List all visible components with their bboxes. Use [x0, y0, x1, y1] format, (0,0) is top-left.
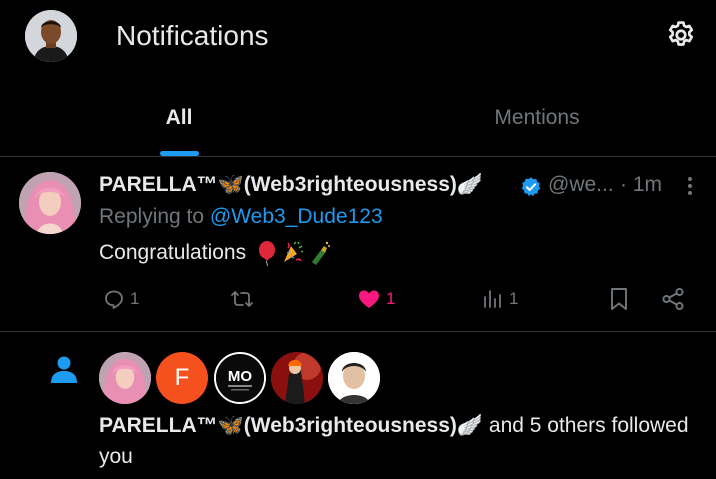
- follower-avatar[interactable]: [99, 352, 151, 404]
- more-options-button[interactable]: [677, 171, 703, 201]
- bookmark-button[interactable]: [608, 284, 630, 314]
- author-avatar[interactable]: [19, 172, 81, 234]
- tab-mentions[interactable]: Mentions: [358, 84, 716, 156]
- profile-avatar[interactable]: [25, 10, 77, 62]
- avatar-logo-text: MO: [228, 368, 252, 385]
- follow-notification[interactable]: F MO PARELLA™🦋(Web3righteousness)🪽 and 5…: [0, 332, 716, 479]
- reply-button[interactable]: 1: [102, 284, 139, 314]
- replying-to: Replying to @Web3_Dude123: [99, 205, 383, 229]
- share-button[interactable]: [660, 284, 686, 314]
- reply-icon: [105, 290, 123, 309]
- reply-count: 1: [130, 289, 140, 308]
- heart-icon: [359, 290, 379, 308]
- post-actions: 1 1 1: [0, 284, 716, 316]
- repost-button[interactable]: [229, 284, 259, 314]
- post-time[interactable]: · 1m: [620, 173, 662, 197]
- share-icon: [662, 287, 684, 311]
- person-icon: [51, 356, 77, 383]
- views-count: 1: [509, 289, 519, 308]
- gear-icon: [668, 21, 694, 46]
- follower-name[interactable]: PARELLA™🦋(Web3righteousness)🪽: [99, 414, 483, 437]
- views-button[interactable]: 1: [481, 284, 518, 314]
- follow-notification-text: PARELLA™🦋(Web3righteousness)🪽 and 5 othe…: [99, 410, 699, 472]
- balloon-icon: [259, 241, 276, 266]
- more-vertical-icon: [688, 177, 692, 195]
- bookmark-icon: [611, 288, 627, 310]
- author-name[interactable]: PARELLA™🦋(Web3righteousness)🪽: [99, 173, 483, 197]
- settings-button[interactable]: [664, 18, 698, 52]
- analytics-icon: [484, 290, 501, 308]
- follower-avatar[interactable]: [271, 352, 323, 404]
- page-title: Notifications: [116, 20, 269, 51]
- like-count: 1: [386, 289, 396, 308]
- replying-to-prefix: Replying to: [99, 205, 205, 228]
- avatar-initial: F: [174, 364, 190, 391]
- tab-all[interactable]: All: [0, 84, 358, 156]
- reply-post[interactable]: PARELLA™🦋(Web3righteousness)🪽 @we... · 1…: [0, 157, 716, 331]
- notification-tabs: All Mentions: [0, 84, 716, 156]
- repost-icon: [231, 291, 253, 307]
- follower-avatar[interactable]: MO: [214, 352, 266, 404]
- post-header: PARELLA™🦋(Web3righteousness)🪽 @we... · 1…: [99, 173, 699, 201]
- tab-all-label: All: [165, 106, 193, 129]
- confetti-icon: [284, 241, 304, 262]
- verified-badge-icon: [521, 177, 541, 197]
- tab-mentions-label: Mentions: [494, 106, 580, 129]
- post-body: Congratulations: [99, 240, 331, 266]
- follower-avatar[interactable]: F: [156, 352, 208, 404]
- post-text: Congratulations: [99, 241, 247, 264]
- author-handle[interactable]: @we...: [548, 173, 614, 197]
- like-button[interactable]: 1: [356, 284, 395, 314]
- follower-avatar[interactable]: [328, 352, 380, 404]
- top-bar: Notifications: [0, 0, 716, 78]
- champagne-icon: [312, 241, 331, 265]
- replying-to-link[interactable]: @Web3_Dude123: [210, 205, 383, 228]
